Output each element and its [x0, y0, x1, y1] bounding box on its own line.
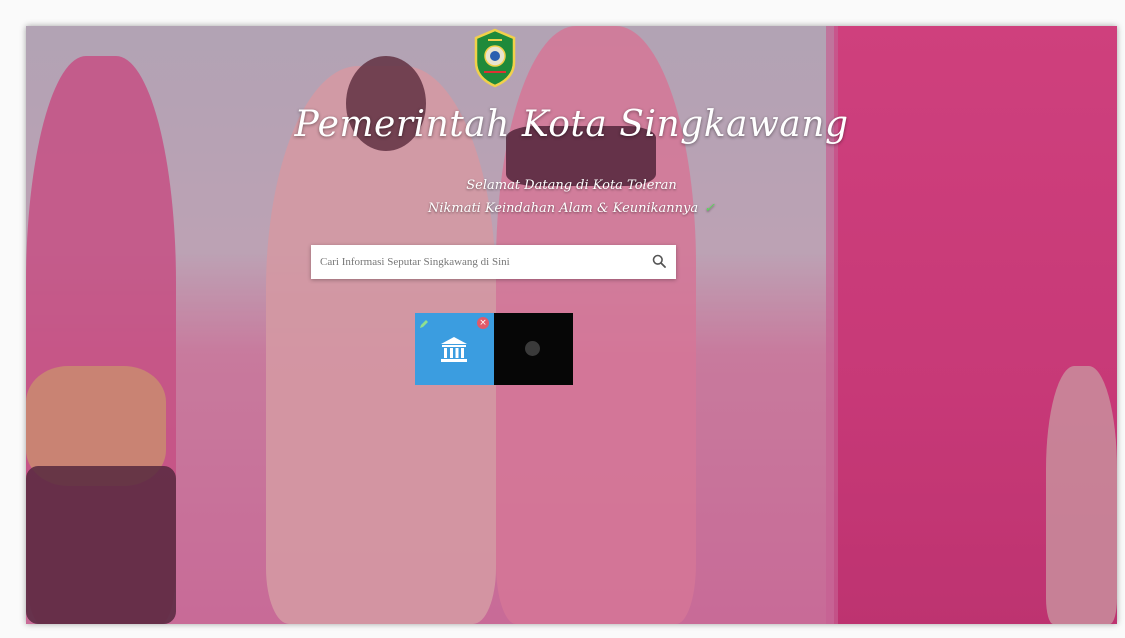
tile-media[interactable]: [494, 313, 573, 385]
page-title: Pemerintah Kota Singkawang: [294, 104, 849, 145]
pencil-icon[interactable]: [419, 316, 429, 328]
city-emblem-icon: [472, 28, 518, 88]
search-icon[interactable]: [652, 254, 666, 268]
media-dot-icon: [525, 341, 540, 356]
tile-government[interactable]: ×: [415, 313, 494, 385]
search-bar: [311, 245, 676, 279]
search-input[interactable]: [311, 245, 640, 279]
quick-link-tiles: ×: [415, 313, 573, 385]
check-icon: ✓: [704, 201, 716, 216]
tagline-enjoy: Nikmati Keindahan Alam & Keunikannya ✓: [26, 201, 1117, 216]
tagline-welcome: Selamat Datang di Kota Toleran: [466, 178, 677, 193]
hero-section: Pemerintah Kota Singkawang Selamat Datan…: [26, 26, 1117, 624]
close-icon[interactable]: ×: [477, 317, 489, 329]
tagline-enjoy-text: Nikmati Keindahan Alam & Keunikannya: [427, 201, 699, 216]
page-frame: Pemerintah Kota Singkawang Selamat Datan…: [0, 0, 1125, 638]
government-building-icon: [441, 337, 467, 362]
